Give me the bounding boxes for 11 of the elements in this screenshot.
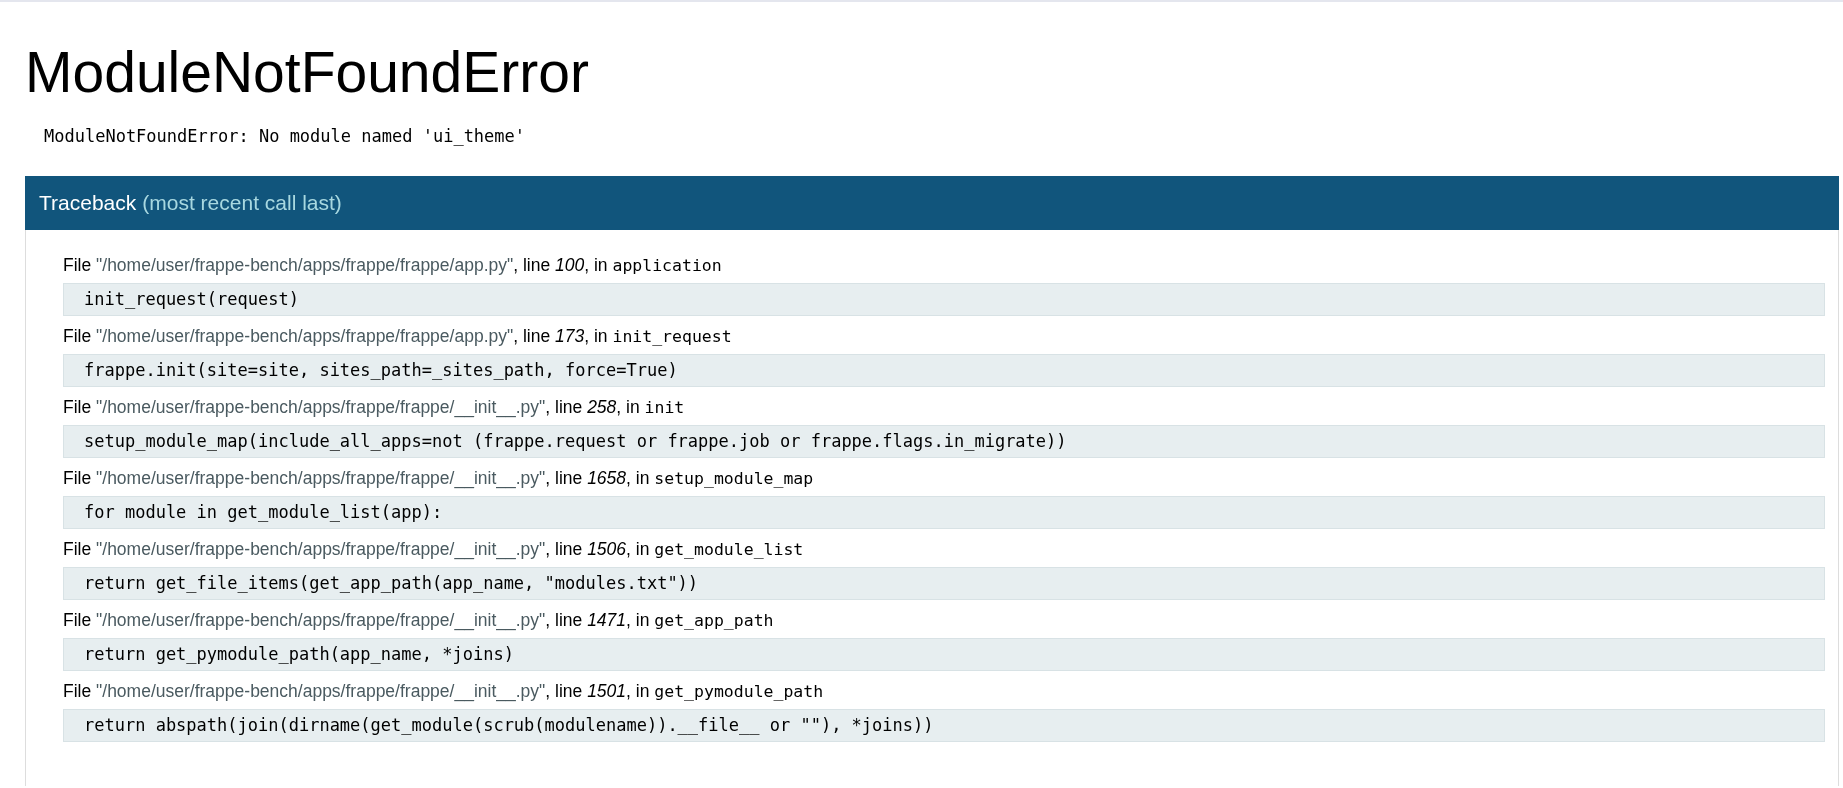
frame-location: File "/home/user/frappe-bench/apps/frappe/frappe/app.py", line 173, in init_request	[63, 325, 733, 348]
frame-location: File "/home/user/frappe-bench/apps/frappe/frappe/__init__.py", line 1506, in get_module_list	[63, 538, 805, 562]
frame-location: File "/home/user/frappe-bench/apps/frappe/frappe/__init__.py", line 1471, in get_app_path	[63, 609, 775, 633]
error-title: ModuleNotFoundError	[25, 40, 590, 104]
traceback-title: Traceback	[39, 191, 137, 215]
error-message: ModuleNotFoundError: No module named 'ui_theme'	[44, 126, 527, 146]
frame-location: File "/home/user/frappe-bench/apps/frappe/frappe/__init__.py", line 258, in init	[63, 396, 686, 420]
traceback-subtitle: (most recent call last)	[142, 191, 342, 215]
frame-location: File "/home/user/frappe-bench/apps/frappe/frappe/__init__.py", line 1658, in setup_module_map	[63, 467, 815, 491]
frame-location: File "/home/user/frappe-bench/apps/frappe/frappe/__init__.py", line 1501, in get_pymodule_path	[63, 680, 825, 704]
frame-location: File "/home/user/frappe-bench/apps/frappe/frappe/app.py", line 100, in application	[63, 254, 723, 277]
